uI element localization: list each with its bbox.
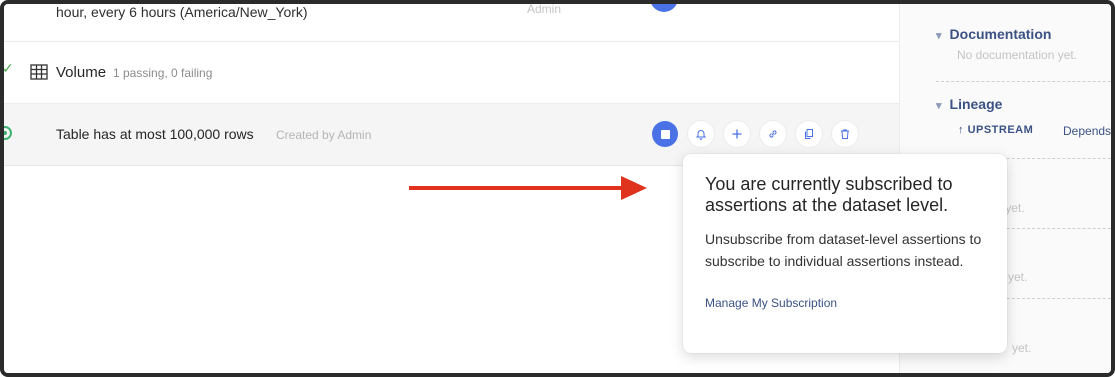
assertion-created-by: Created by Admin [276, 128, 372, 142]
delete-button[interactable] [832, 121, 858, 147]
upstream-label: UPSTREAM [967, 124, 1034, 136]
manage-subscription-link[interactable]: Manage My Subscription [705, 296, 985, 310]
lineage-section[interactable]: ▾ Lineage [936, 96, 1111, 112]
section-divider [936, 81, 1111, 82]
sidebar-fragment: yet. [1008, 270, 1028, 284]
schedule-row: hour, every 6 hours (America/New_York) A… [4, 2, 899, 42]
stop-icon [660, 129, 670, 139]
tooltip-body: Unsubscribe from dataset-level assertion… [705, 231, 982, 269]
volume-group-row[interactable]: ✓ Volume 1 passing, 0 failing [4, 42, 899, 104]
schedule-admin: Admin [527, 2, 562, 16]
chevron-down-icon: ▾ [936, 100, 942, 112]
assertion-name: Table has at most 100,000 rows [56, 126, 254, 142]
action-button-partial[interactable] [650, 4, 678, 12]
chevron-down-icon: ▾ [936, 30, 942, 42]
documentation-empty: No documentation yet. [957, 48, 1078, 62]
plus-icon [732, 129, 742, 139]
copy-button[interactable] [796, 121, 822, 147]
sidebar-fragment: yet. [1012, 341, 1032, 355]
volume-summary: 1 passing, 0 failing [113, 66, 213, 80]
trash-icon [841, 129, 849, 139]
upstream-tab[interactable]: ↑ UPSTREAM [958, 124, 1033, 136]
check-icon: ✓ [2, 60, 14, 76]
subscription-tooltip: You are currently subscribed to assertio… [683, 154, 1007, 353]
stop-subscription-button[interactable] [652, 121, 678, 147]
screenshot-frame: hour, every 6 hours (America/New_York) A… [0, 0, 1115, 377]
red-arrow-annotation [409, 176, 647, 200]
copy-link-button[interactable] [760, 121, 786, 147]
schedule-text: hour, every 6 hours (America/New_York) [56, 4, 308, 20]
add-button[interactable] [724, 121, 750, 147]
lineage-title: Lineage [949, 96, 1003, 112]
documentation-title: Documentation [949, 26, 1052, 42]
copy-icon [805, 129, 813, 139]
documentation-section[interactable]: ▾ Documentation No documentation yet. [936, 26, 1111, 62]
passing-status-icon [4, 126, 12, 140]
notification-button[interactable] [688, 121, 714, 147]
bell-icon [695, 130, 707, 140]
depends-label[interactable]: Depends [1063, 124, 1111, 138]
tooltip-title: You are currently subscribed to assertio… [705, 174, 953, 215]
link-icon [769, 130, 777, 138]
table-icon [30, 64, 48, 80]
volume-label: Volume [56, 64, 107, 81]
